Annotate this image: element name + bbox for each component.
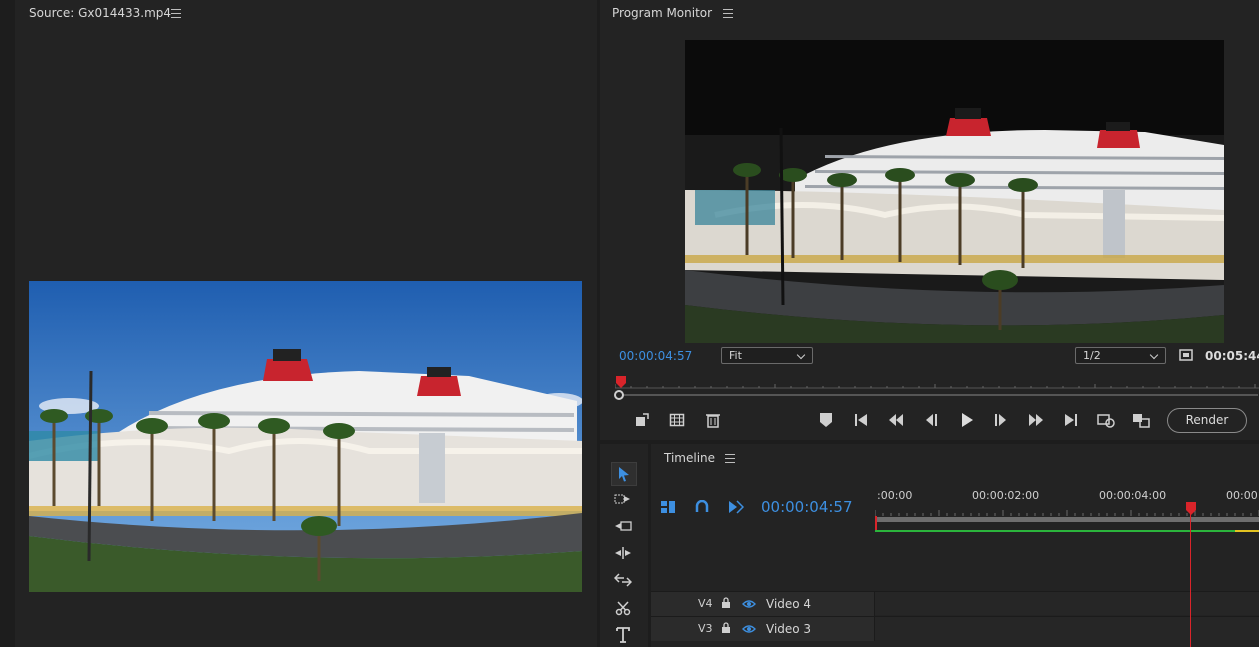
program-panel-menu-icon[interactable] [723, 9, 733, 18]
timeline-playhead[interactable] [1185, 502, 1197, 516]
program-duration: 00:05:44 [1205, 349, 1259, 363]
timeline-timecode[interactable]: 00:00:04:57 [761, 498, 853, 516]
settings-wrench-icon[interactable] [1176, 345, 1196, 365]
ripple-edit-icon[interactable] [613, 516, 633, 536]
track-name: Video 4 [766, 597, 812, 611]
resolution-dropdown[interactable]: 1/2 [1075, 347, 1166, 364]
render-bar-green [875, 530, 1259, 532]
track-row[interactable]: V4 Video 4 [651, 591, 1259, 616]
razor-tool-icon[interactable] [613, 598, 633, 618]
program-playhead[interactable] [616, 376, 626, 388]
compare-view-icon[interactable] [1131, 410, 1151, 430]
program-monitor-panel: Program Monitor 00:00:04:57 Fit 1/2 00:0… [600, 0, 1259, 440]
step-forward-frame-icon[interactable] [991, 410, 1011, 430]
lock-icon[interactable] [721, 622, 731, 637]
linked-selection-icon[interactable] [726, 497, 746, 517]
track-name: Video 3 [766, 622, 812, 636]
clip-frame-icon[interactable] [667, 410, 687, 430]
chevron-down-icon [1149, 350, 1159, 360]
resolution-dropdown-value: 1/2 [1083, 349, 1101, 362]
track-id: V3 [698, 622, 713, 635]
go-to-in-icon[interactable] [851, 410, 871, 430]
eye-icon[interactable] [742, 623, 756, 637]
trash-icon[interactable] [703, 410, 723, 430]
track-row[interactable]: V3 Video 3 [651, 616, 1259, 641]
program-monitor-title[interactable]: Program Monitor [612, 6, 712, 20]
step-back-icon[interactable] [886, 410, 906, 430]
source-panel-menu-icon[interactable] [171, 9, 181, 18]
rolling-edit-icon[interactable] [613, 543, 633, 563]
selection-tool-icon[interactable] [611, 462, 637, 486]
type-tool-icon[interactable] [613, 625, 633, 645]
nest-sequence-icon[interactable] [658, 497, 678, 517]
fit-dropdown[interactable]: Fit [721, 347, 813, 364]
timeline-panel: Timeline 00:00:04:57 :00:00 00:00:02:00 … [651, 444, 1259, 647]
program-time-ruler[interactable] [614, 378, 1259, 389]
track-header[interactable]: V4 Video 4 [651, 592, 875, 616]
lock-icon[interactable] [721, 597, 731, 612]
chevron-down-icon [796, 350, 806, 360]
lift-icon[interactable] [632, 410, 652, 430]
snap-magnet-icon[interactable] [692, 497, 712, 517]
source-monitor-title[interactable]: Source: Gx014433.mp4 [29, 6, 171, 20]
source-video-frame[interactable] [29, 281, 582, 592]
render-button[interactable]: Render [1167, 408, 1247, 433]
slip-tool-icon[interactable] [613, 570, 633, 590]
tools-panel [600, 444, 648, 647]
track-id: V4 [698, 597, 713, 610]
timeline-time-ruler[interactable]: :00:00 00:00:02:00 00:00:04:00 00:00 [875, 484, 1259, 522]
render-bar-yellow [1235, 530, 1259, 532]
track-header[interactable]: V3 Video 3 [651, 617, 875, 641]
timeline-title[interactable]: Timeline [664, 451, 715, 465]
program-timecode[interactable]: 00:00:04:57 [619, 349, 692, 363]
track-select-forward-icon[interactable] [613, 489, 633, 509]
step-forward-icon[interactable] [1026, 410, 1046, 430]
program-video-frame[interactable] [685, 40, 1224, 343]
timeline-panel-menu-icon[interactable] [725, 454, 735, 463]
export-frame-icon[interactable] [1096, 410, 1116, 430]
play-icon[interactable] [957, 410, 977, 430]
source-monitor-panel: Source: Gx014433.mp4 [15, 0, 597, 647]
go-to-out-icon[interactable] [1061, 410, 1081, 430]
timeline-playhead-line [1190, 514, 1191, 647]
work-area-start-marker [875, 516, 877, 530]
zoom-scrollbar[interactable] [614, 390, 1258, 400]
eye-icon[interactable] [742, 598, 756, 612]
step-back-frame-icon[interactable] [921, 410, 941, 430]
add-marker-icon[interactable] [816, 410, 836, 430]
fit-dropdown-value: Fit [729, 349, 742, 362]
